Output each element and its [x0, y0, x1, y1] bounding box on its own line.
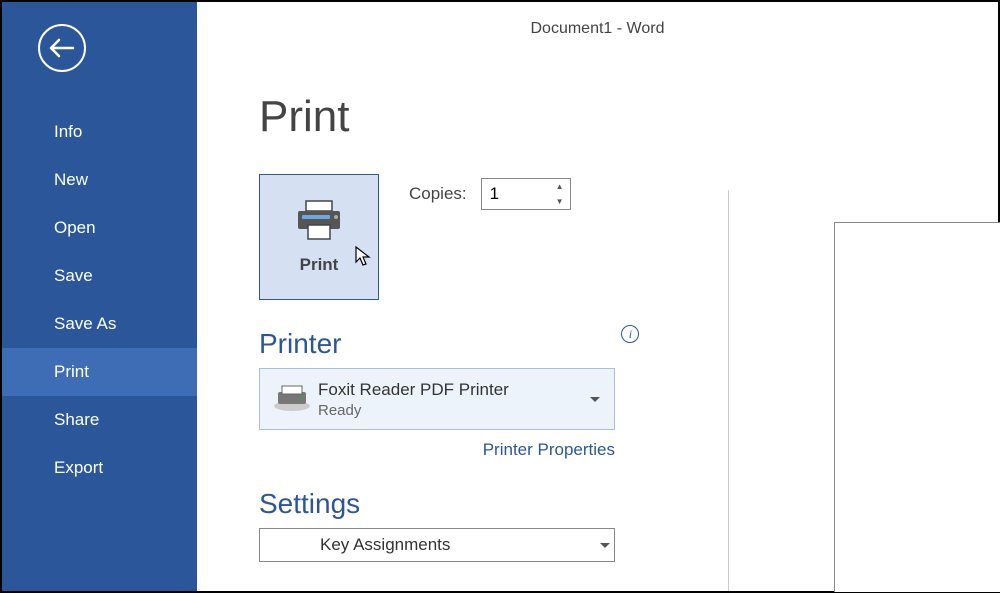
sidebar-item-open[interactable]: Open	[2, 204, 197, 252]
arrow-left-icon	[49, 38, 75, 58]
copies-label: Copies:	[409, 184, 467, 204]
backstage-sidebar: Info New Open Save Save As Print Share E…	[2, 2, 197, 591]
main-panel: Document1 - Word Print Print Copies: 1 ▲	[197, 2, 998, 591]
chevron-down-icon	[600, 543, 610, 548]
nav-label: Print	[54, 362, 89, 381]
sidebar-item-new[interactable]: New	[2, 156, 197, 204]
copies-group: Copies: 1 ▲ ▼	[409, 178, 571, 210]
printer-selected-icon	[270, 384, 314, 414]
copies-input[interactable]: 1 ▲ ▼	[481, 178, 571, 210]
window-title: Document1 - Word	[197, 2, 998, 38]
printer-status: Ready	[318, 402, 590, 419]
copies-value[interactable]: 1	[482, 179, 550, 209]
settings-selected: Key Assignments	[320, 535, 600, 555]
nav-label: Save	[54, 266, 93, 285]
sidebar-item-save-as[interactable]: Save As	[2, 300, 197, 348]
printer-heading: Printer	[259, 328, 341, 360]
chevron-down-icon	[590, 397, 600, 402]
spinner-down-icon[interactable]: ▼	[550, 194, 570, 209]
printer-name: Foxit Reader PDF Printer	[318, 380, 590, 400]
sidebar-item-export[interactable]: Export	[2, 444, 197, 492]
sidebar-item-print[interactable]: Print	[2, 348, 197, 396]
nav-label: Export	[54, 458, 103, 477]
back-button[interactable]	[38, 24, 86, 72]
sidebar-item-share[interactable]: Share	[2, 396, 197, 444]
print-button[interactable]: Print	[259, 174, 379, 300]
info-icon[interactable]: i	[621, 325, 639, 343]
copies-spinner: ▲ ▼	[550, 179, 570, 209]
preview-page	[834, 222, 1000, 592]
nav-label: New	[54, 170, 88, 189]
print-button-label: Print	[300, 255, 339, 275]
cursor-icon	[354, 245, 372, 267]
preview-panel	[728, 102, 998, 591]
printer-properties-link[interactable]: Printer Properties	[259, 440, 615, 460]
printer-icon	[294, 199, 344, 241]
settings-dropdown[interactable]: Key Assignments	[259, 528, 615, 562]
nav-label: Info	[54, 122, 82, 141]
nav-label: Save As	[54, 314, 116, 333]
spinner-up-icon[interactable]: ▲	[550, 179, 570, 194]
printer-dropdown[interactable]: Foxit Reader PDF Printer Ready	[259, 368, 615, 430]
sidebar-item-info[interactable]: Info	[2, 108, 197, 156]
nav-label: Open	[54, 218, 96, 237]
sidebar-item-save[interactable]: Save	[2, 252, 197, 300]
nav-label: Share	[54, 410, 99, 429]
